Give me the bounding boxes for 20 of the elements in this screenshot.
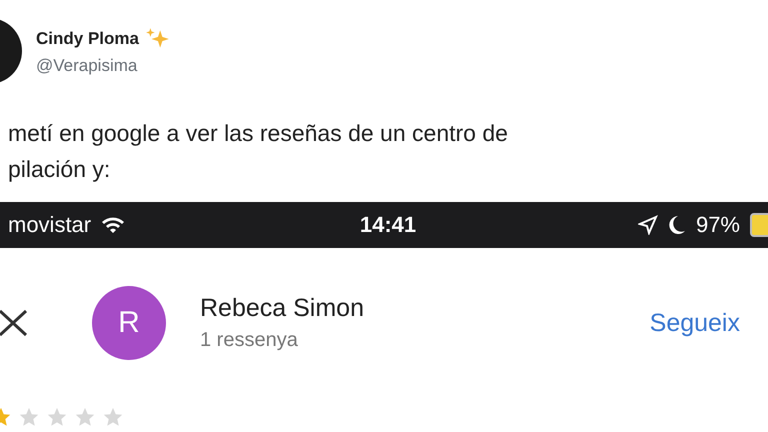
wifi-icon <box>101 215 126 235</box>
moon-icon <box>668 215 686 235</box>
reviewer-name: Rebeca Simon <box>200 294 365 323</box>
star-icon <box>74 406 96 428</box>
location-arrow-icon <box>638 215 658 235</box>
author-name: Cindy Ploma <box>36 29 139 49</box>
clock-time: 14:41 <box>360 212 416 238</box>
star-icon <box>46 406 68 428</box>
reviewer-avatar: R <box>92 286 166 360</box>
review-count: 1 ressenya <box>200 329 299 352</box>
carrier-name: movistar <box>8 212 92 238</box>
close-icon[interactable] <box>0 309 28 337</box>
star-icon <box>18 406 40 428</box>
tweet-text: metí en google a ver las reseñas de un centro de <box>8 119 509 148</box>
battery-icon <box>750 213 768 237</box>
battery-percentage: 97% <box>696 212 740 238</box>
author-handle: @Verapisima <box>36 56 138 76</box>
star-icon <box>102 406 124 428</box>
tweet-text: pilación y: <box>8 155 112 184</box>
follow-link[interactable]: Segueix <box>650 308 740 338</box>
